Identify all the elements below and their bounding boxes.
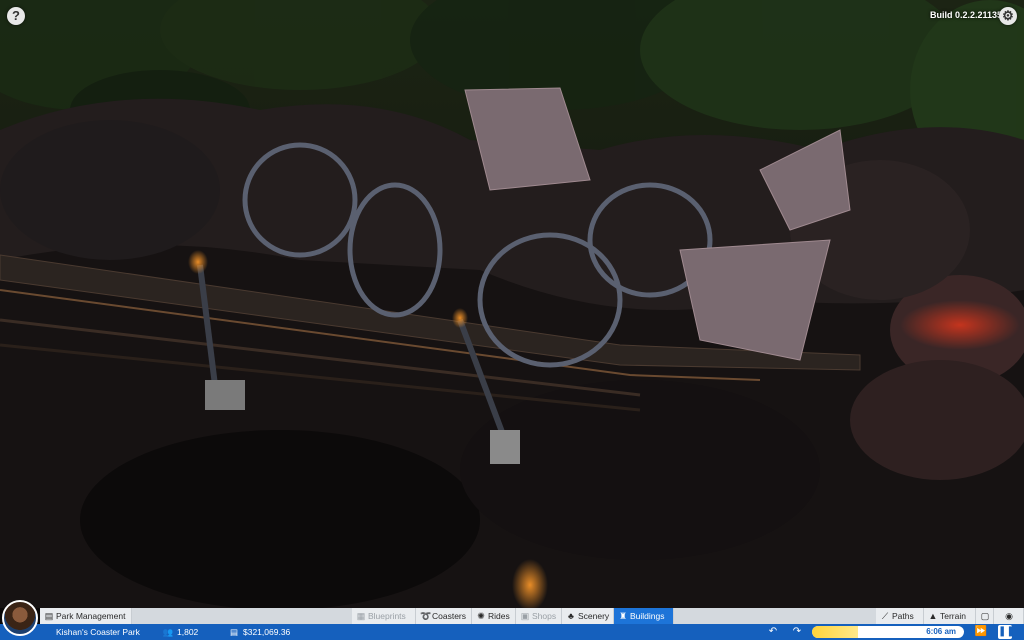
park-scene xyxy=(0,0,1024,608)
coins-icon: ▤ xyxy=(229,627,239,637)
park-money[interactable]: ▤ $321,069.36 xyxy=(228,624,290,640)
player-avatar[interactable] xyxy=(2,600,38,636)
path-icon: ⟋ xyxy=(881,611,889,621)
day-time-bar[interactable]: 6:06 am xyxy=(812,626,964,638)
toolbar-spacer xyxy=(674,608,876,624)
tab-buildings[interactable]: ♜ Buildings xyxy=(614,608,674,624)
sun-progress xyxy=(812,626,858,638)
mountain-icon: ▲ xyxy=(928,611,938,621)
help-button[interactable]: ? xyxy=(7,7,25,25)
castle-icon: ♜ xyxy=(618,611,628,621)
pause-icon: ❚❚ xyxy=(998,626,1015,637)
tree-icon: ♣ xyxy=(568,611,574,621)
ferris-wheel-icon: ✺ xyxy=(477,611,485,621)
gear-icon: ⚙ xyxy=(1002,8,1014,23)
park-name[interactable]: Kishan's Coaster Park xyxy=(56,624,140,640)
shop-icon: ▣ xyxy=(520,611,530,621)
fast-forward-icon: ⏩ xyxy=(974,626,988,637)
game-viewport[interactable] xyxy=(0,0,1024,608)
main-toolbar: ▤ Park Management ▦ Blueprints ➰ Coaster… xyxy=(40,608,1024,624)
clipboard-icon: ▤ xyxy=(44,611,54,621)
toolbar-spacer xyxy=(132,608,352,624)
guest-count[interactable]: 👥 1,802 xyxy=(162,624,199,640)
tab-shops[interactable]: ▣ Shops xyxy=(516,608,562,624)
undo-icon: ↶ xyxy=(768,626,778,637)
settings-button[interactable]: ⚙ xyxy=(999,7,1017,25)
redo-icon: ↷ xyxy=(792,626,802,637)
tab-scenery[interactable]: ♣ Scenery xyxy=(562,608,614,624)
undo-button[interactable]: ↶ xyxy=(766,625,780,639)
tab-terrain[interactable]: ▲ Terrain xyxy=(924,608,976,624)
tab-park-management[interactable]: ▤ Park Management xyxy=(40,608,132,624)
red-light-glow xyxy=(900,300,1020,350)
build-version: Build 0.2.2.21135 xyxy=(930,10,1003,20)
redo-button[interactable]: ↷ xyxy=(790,625,804,639)
fast-forward-button[interactable]: ⏩ xyxy=(974,625,988,639)
question-mark-icon: ? xyxy=(12,8,20,23)
eye-icon: ◉ xyxy=(1005,611,1013,621)
tab-coasters[interactable]: ➰ Coasters xyxy=(416,608,472,624)
tab-paths[interactable]: ⟋ Paths xyxy=(876,608,924,624)
pause-button[interactable]: ❚❚ xyxy=(998,625,1015,639)
people-icon: 👥 xyxy=(162,627,174,637)
grid-toggle-button[interactable]: ▢ xyxy=(976,608,994,624)
coaster-icon: ➰ xyxy=(420,611,432,621)
blueprint-icon: ▦ xyxy=(356,611,366,621)
status-bar: Kishan's Coaster Park 👥 1,802 ▤ $321,069.3… xyxy=(0,624,1024,640)
grid-icon: ▢ xyxy=(980,611,990,621)
time-of-day: 6:06 am xyxy=(926,627,956,636)
tab-blueprints[interactable]: ▦ Blueprints xyxy=(352,608,416,624)
tab-rides[interactable]: ✺ Rides xyxy=(472,608,516,624)
view-toggle-button[interactable]: ◉ xyxy=(994,608,1024,624)
